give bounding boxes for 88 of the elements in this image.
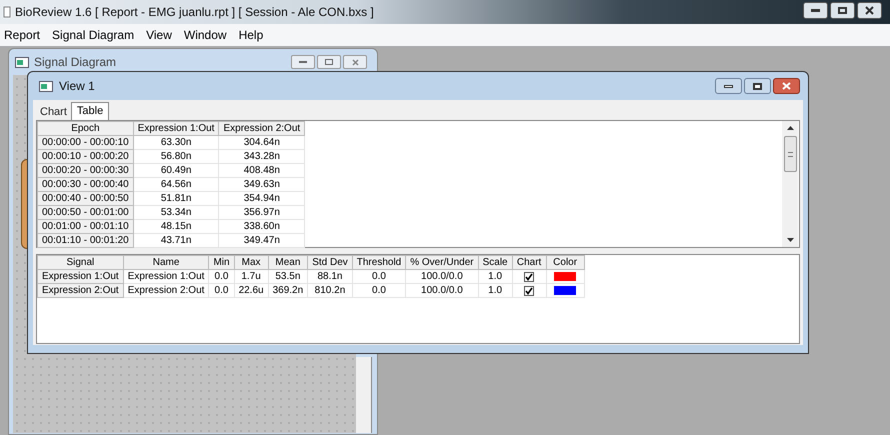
table-cell: 64.56n [133, 178, 219, 192]
column-header: Mean [268, 256, 308, 270]
scroll-down-icon[interactable] [786, 238, 794, 242]
table-cell: 60.49n [133, 164, 219, 178]
table-cell: 810.2n [308, 284, 352, 298]
row-header: 00:00:30 - 00:00:40 [38, 178, 134, 192]
column-header: Signal [38, 256, 124, 270]
table-cell: 343.28n [218, 150, 305, 164]
scrollbar[interactable] [782, 121, 798, 247]
window-title: View 1 [59, 78, 95, 95]
checkbox[interactable] [524, 272, 534, 282]
maximize-button[interactable] [744, 78, 771, 94]
table-cell: 22.6u [234, 284, 268, 298]
column-header: Min [208, 256, 234, 270]
column-header: Expression 1:Out [133, 122, 219, 136]
color-swatch[interactable] [554, 272, 576, 281]
row-header: 00:00:20 - 00:00:30 [38, 164, 134, 178]
close-button[interactable] [857, 2, 882, 19]
menu-item[interactable]: Help [238, 26, 264, 44]
row-header: 00:00:40 - 00:00:50 [38, 192, 134, 206]
scroll-thumb[interactable] [784, 136, 796, 172]
table-cell: 408.48n [218, 164, 305, 178]
table-cell: 1.7u [234, 270, 268, 284]
column-header: Threshold [352, 256, 406, 270]
column-header: Color [546, 256, 584, 270]
table-cell: 1.0 [478, 284, 512, 298]
table-cell: 100.0/0.0 [406, 270, 478, 284]
row-header: 00:00:50 - 00:01:00 [38, 206, 134, 220]
table-cell: 338.60n [218, 220, 305, 234]
table-cell: 43.71n [133, 234, 219, 248]
column-header: Chart [512, 256, 546, 270]
table-cell: 0.0 [352, 270, 406, 284]
close-icon [865, 6, 874, 15]
table-cell: 63.30n [133, 136, 219, 150]
close-icon [352, 58, 358, 66]
column-header: % Over/Under [406, 256, 478, 270]
table-cell: 53.5n [268, 270, 308, 284]
scroll-up-icon[interactable] [786, 126, 794, 130]
row-header: 00:01:00 - 00:01:10 [38, 220, 134, 234]
window-title: BioReview 1.6 [ Report - EMG juanlu.rpt ] [ Session - Ale CON.bxs ] [15, 4, 374, 21]
column-header: Scale [478, 256, 512, 270]
table-cell: 0.0 [208, 284, 234, 298]
table-cell: 369.2n [268, 284, 308, 298]
row-header: Expression 1:Out [38, 270, 124, 284]
menu-item[interactable]: Window [184, 26, 227, 44]
table-cell: 356.97n [218, 206, 305, 220]
close-icon [782, 82, 791, 90]
minimize-button[interactable] [715, 78, 742, 94]
row-header: Expression 2:Out [38, 284, 124, 298]
row-header: 00:00:10 - 00:00:20 [38, 150, 134, 164]
table-cell: 0.0 [352, 284, 406, 298]
scrollbar[interactable] [356, 357, 372, 433]
menu-item[interactable]: Signal Diagram [52, 26, 134, 44]
table-cell: 48.15n [133, 220, 219, 234]
column-header: Epoch [38, 122, 134, 136]
row-header: 00:00:00 - 00:00:10 [38, 136, 134, 150]
window-icon [39, 80, 53, 92]
checkbox[interactable] [524, 286, 534, 296]
table-cell: 1.0 [478, 270, 512, 284]
table-cell: Expression 2:Out [123, 284, 209, 298]
table-cell: 349.47n [218, 234, 305, 248]
maximize-button[interactable] [830, 2, 855, 19]
menu-item[interactable]: View [146, 26, 172, 44]
table-cell: 53.34n [133, 206, 219, 220]
table-cell: 349.63n [218, 178, 305, 192]
table-cell: 88.1n [308, 270, 352, 284]
close-button[interactable] [773, 78, 800, 94]
column-header: Expression 2:Out [218, 122, 305, 136]
table-cell: 56.80n [133, 150, 219, 164]
color-swatch[interactable] [554, 286, 576, 295]
table-cell: 354.94n [218, 192, 305, 206]
table-cell: 100.0/0.0 [406, 284, 478, 298]
menu-item[interactable]: Report [4, 26, 40, 44]
table-cell: 51.81n [133, 192, 219, 206]
tab[interactable]: Chart [36, 105, 71, 120]
table-cell: 304.64n [218, 136, 305, 150]
row-header: 00:01:10 - 00:01:20 [38, 234, 134, 248]
table-cell: 0.0 [208, 270, 234, 284]
column-header: Max [234, 256, 268, 270]
minimize-button[interactable] [291, 55, 315, 69]
minimize-button[interactable] [803, 2, 828, 19]
window-title: Signal Diagram [34, 54, 116, 71]
table-cell: Expression 1:Out [123, 270, 209, 284]
window-icon [15, 56, 29, 68]
column-header: Std Dev [308, 256, 352, 270]
column-header: Name [123, 256, 209, 270]
tab[interactable]: Table [70, 102, 110, 120]
app-icon [3, 6, 11, 18]
